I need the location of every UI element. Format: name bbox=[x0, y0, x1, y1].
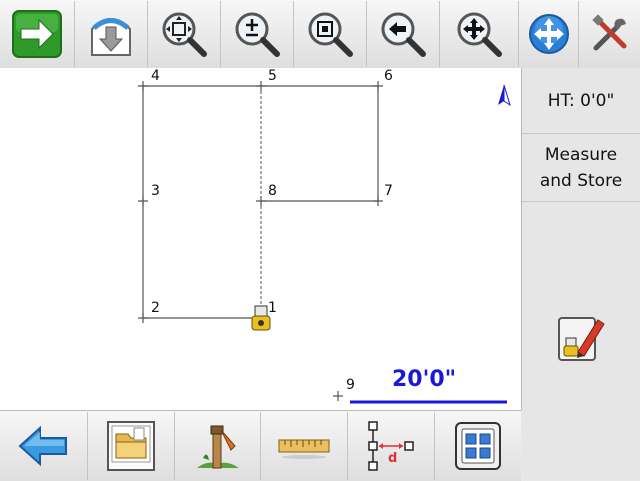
next-button[interactable] bbox=[0, 1, 75, 67]
stakeout-button[interactable] bbox=[175, 412, 261, 480]
zoom-previous-icon bbox=[381, 12, 426, 57]
map-canvas[interactable]: 1 2 3 4 5 6 7 8 9 20'0" bbox=[0, 68, 521, 410]
survey-map[interactable]: 1 2 3 4 5 6 7 8 9 20'0" bbox=[0, 68, 522, 410]
measure-label-line1: Measure bbox=[544, 144, 618, 165]
instrument-height-button[interactable]: HT: 0'0" bbox=[522, 68, 640, 134]
point-label-2: 2 bbox=[151, 300, 160, 316]
ruler-icon bbox=[278, 439, 330, 459]
top-toolbar bbox=[0, 0, 640, 69]
point-label-4: 4 bbox=[151, 68, 160, 84]
edit-station-icon bbox=[558, 317, 605, 361]
point-label-3: 3 bbox=[151, 183, 160, 199]
tools-icon bbox=[591, 14, 626, 51]
zoom-extents-icon bbox=[162, 12, 207, 57]
point-label-9: 9 bbox=[346, 377, 355, 393]
measure-and-store-label: Measure and Store bbox=[540, 142, 622, 194]
pan-button[interactable] bbox=[440, 1, 519, 67]
point-label-5: 5 bbox=[268, 68, 277, 84]
download-map-button[interactable] bbox=[75, 1, 148, 67]
point-label-8: 8 bbox=[268, 183, 277, 199]
total-station-icon bbox=[251, 305, 271, 331]
scale-label: 20'0" bbox=[392, 367, 456, 392]
measure-tape-button[interactable] bbox=[261, 412, 348, 480]
compass-pan-icon bbox=[528, 14, 569, 54]
distance-offset-icon: d bbox=[368, 421, 414, 471]
open-file-button[interactable] bbox=[88, 412, 175, 480]
pan-icon bbox=[457, 12, 502, 57]
next-arrow-icon bbox=[12, 10, 62, 58]
point-label-1: 1 bbox=[268, 300, 277, 316]
bottom-toolbar: d bbox=[0, 410, 521, 481]
zoom-previous-button[interactable] bbox=[367, 1, 440, 67]
zoom-window-button[interactable] bbox=[294, 1, 367, 67]
offset-letter: d bbox=[388, 451, 397, 466]
zoom-in-out-button[interactable] bbox=[221, 1, 294, 67]
zoom-window-icon bbox=[308, 12, 353, 57]
survey-stake-icon bbox=[196, 425, 239, 469]
edit-station-button[interactable] bbox=[556, 312, 606, 364]
back-arrow-icon bbox=[18, 425, 67, 467]
zoom-in-out-icon bbox=[235, 12, 280, 57]
back-button[interactable] bbox=[0, 412, 88, 480]
point-label-6: 6 bbox=[384, 68, 393, 84]
compass-pan-button[interactable] bbox=[519, 1, 579, 67]
measure-and-store-button[interactable]: Measure and Store bbox=[522, 134, 640, 202]
point-label-7: 7 bbox=[384, 183, 393, 199]
instrument-height-label: HT: 0'0" bbox=[547, 90, 615, 111]
north-arrow-icon bbox=[498, 84, 511, 107]
grid-layout-button[interactable] bbox=[435, 412, 521, 480]
tools-button[interactable] bbox=[579, 1, 640, 67]
distance-offset-button[interactable]: d bbox=[348, 412, 435, 480]
folder-icon bbox=[107, 421, 155, 471]
grid-layout-icon bbox=[455, 422, 501, 470]
zoom-extents-button[interactable] bbox=[148, 1, 221, 67]
side-panel: HT: 0'0" Measure and Store bbox=[522, 68, 640, 480]
download-map-icon bbox=[91, 18, 131, 56]
measure-label-line2: and Store bbox=[539, 170, 623, 191]
